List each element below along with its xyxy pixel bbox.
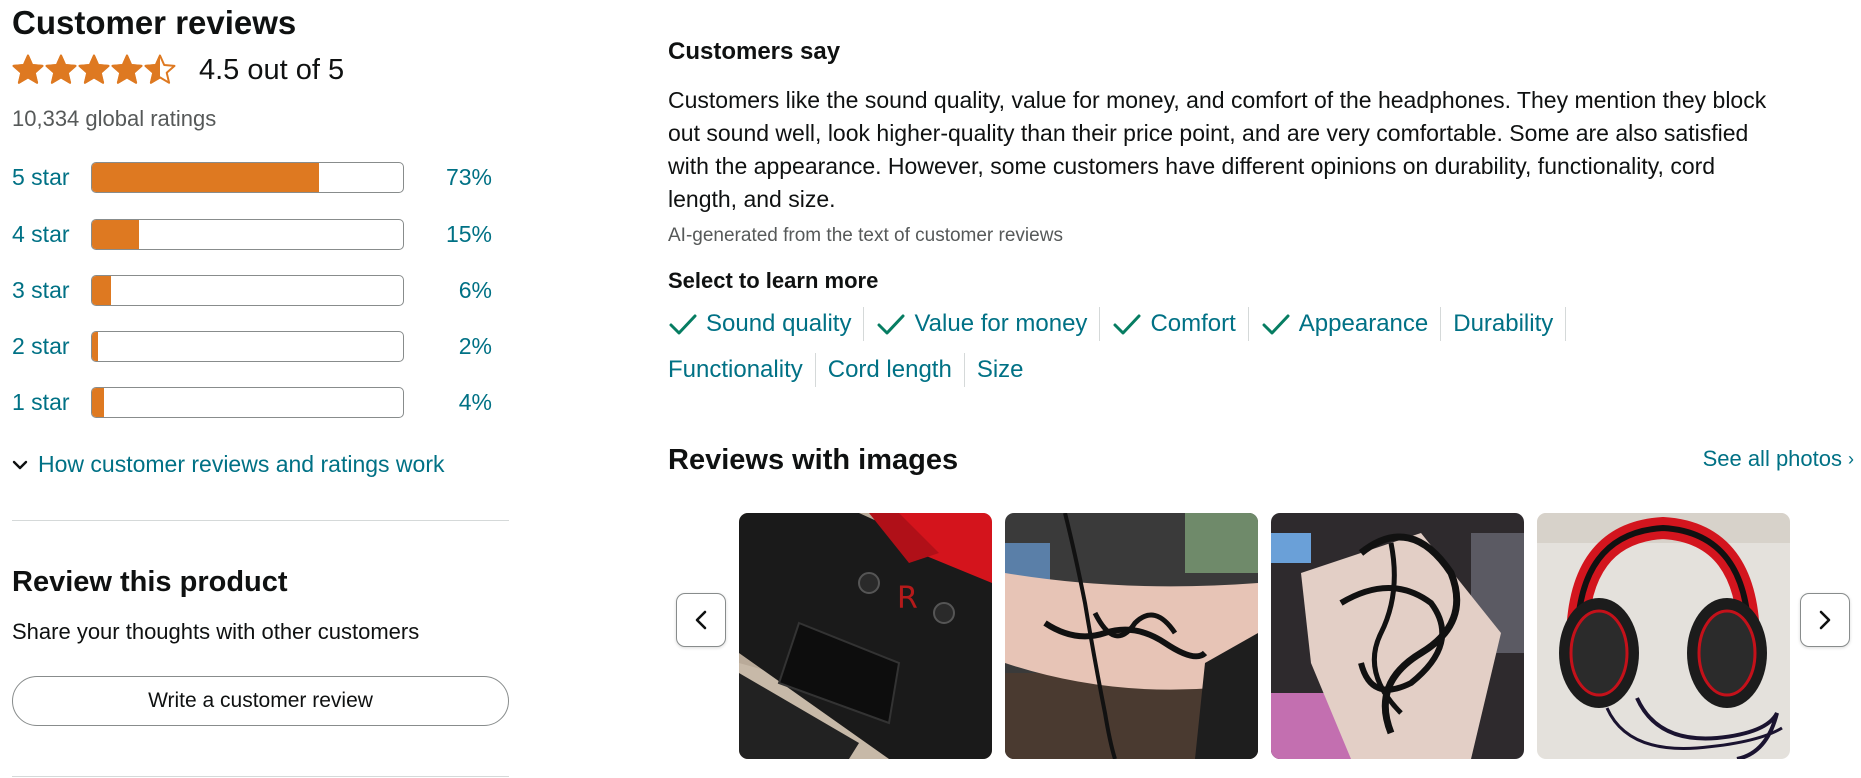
aspect-sound-quality[interactable]: Sound quality: [668, 307, 865, 341]
divider: [12, 520, 509, 521]
histogram-label[interactable]: 2 star: [12, 333, 70, 360]
histogram-label[interactable]: 5 star: [12, 164, 70, 191]
customers-say-summary: Customers like the sound quality, value …: [668, 87, 1767, 212]
aspect-label[interactable]: Comfort: [1150, 310, 1235, 338]
review-image-3[interactable]: [1271, 513, 1524, 759]
aspect-label[interactable]: Cord length: [828, 356, 952, 384]
write-review-button[interactable]: Write a customer review: [12, 676, 509, 726]
histogram-bar[interactable]: [91, 162, 404, 193]
histogram-percent[interactable]: 6%: [422, 277, 492, 304]
histogram-label[interactable]: 4 star: [12, 221, 70, 248]
histogram-bar-fill: [92, 163, 320, 192]
aspect-label[interactable]: Appearance: [1299, 310, 1428, 338]
histogram-percent[interactable]: 4%: [422, 389, 492, 416]
check-icon: [669, 314, 697, 335]
check-icon: [1262, 314, 1290, 335]
chevron-right-icon: ›: [1848, 448, 1854, 469]
how-reviews-work-label[interactable]: How customer reviews and ratings work: [38, 451, 444, 478]
aspect-line-1: Sound quality Value for money Comfort Ap…: [668, 306, 1567, 342]
review-image-2[interactable]: [1005, 513, 1258, 759]
histogram-label[interactable]: 3 star: [12, 277, 70, 304]
rating-stars: [12, 54, 177, 86]
histogram-percent[interactable]: 2%: [422, 333, 492, 360]
histogram-row-5-star[interactable]: 5 star 73%: [12, 162, 492, 194]
svg-text:R: R: [897, 581, 918, 616]
ai-generated-note: AI-generated from the text of customer r…: [668, 225, 1063, 246]
histogram-bar-fill: [92, 332, 99, 361]
carousel-next-button[interactable]: [1800, 593, 1850, 647]
tangled-cord-hand-photo: [1271, 513, 1524, 759]
histogram-row-2-star[interactable]: 2 star 2%: [12, 331, 492, 363]
review-product-title: Review this product: [12, 566, 288, 598]
divider: [12, 776, 509, 777]
star-full-icon: [78, 54, 110, 84]
reviews-with-images-title: Reviews with images: [668, 444, 959, 476]
see-all-photos-label[interactable]: See all photos: [1703, 446, 1842, 472]
aspect-line-2: Functionality Cord length Size: [668, 352, 1036, 388]
average-rating-row[interactable]: 4.5 out of 5: [12, 50, 344, 90]
histogram-bar-fill: [92, 276, 111, 305]
aspect-label[interactable]: Durability: [1453, 310, 1553, 338]
customer-reviews-title: Customer reviews: [12, 4, 297, 41]
headphones-photo: [1537, 513, 1790, 759]
how-reviews-work-link[interactable]: How customer reviews and ratings work: [12, 451, 444, 478]
see-all-photos-link[interactable]: See all photos ›: [1703, 446, 1854, 472]
histogram-row-4-star[interactable]: 4 star 15%: [12, 219, 492, 251]
review-image-4[interactable]: [1537, 513, 1790, 759]
aspect-functionality[interactable]: Functionality: [668, 353, 816, 387]
histogram-bar[interactable]: [91, 387, 404, 418]
histogram-label[interactable]: 1 star: [12, 389, 70, 416]
histogram-bar-fill: [92, 388, 105, 417]
tangled-cord-arm-photo: [1005, 513, 1258, 759]
carousel-prev-button[interactable]: [676, 593, 726, 647]
aspect-cord-length[interactable]: Cord length: [816, 353, 965, 387]
histogram-bar[interactable]: [91, 219, 404, 250]
histogram-row-3-star[interactable]: 3 star 6%: [12, 275, 492, 307]
aspect-label[interactable]: Sound quality: [706, 310, 851, 338]
chevron-left-icon: [695, 610, 707, 630]
histogram-bar-fill: [92, 220, 139, 249]
star-half-icon: [144, 54, 176, 84]
global-ratings-count: 10,334 global ratings: [12, 106, 217, 131]
aspect-durability[interactable]: Durability: [1441, 307, 1567, 341]
broken-earcup-photo: R: [739, 513, 992, 759]
average-rating-text: 4.5 out of 5: [199, 53, 345, 86]
star-full-icon: [45, 54, 77, 84]
histogram-row-1-star[interactable]: 1 star 4%: [12, 387, 492, 419]
histogram-percent[interactable]: 73%: [422, 164, 492, 191]
aspect-label[interactable]: Size: [977, 356, 1024, 384]
histogram-bar[interactable]: [91, 331, 404, 362]
aspect-value-for-money[interactable]: Value for money: [864, 307, 1101, 341]
star-full-icon: [111, 54, 143, 84]
chevron-right-icon: [1819, 610, 1831, 630]
aspect-size[interactable]: Size: [965, 353, 1036, 387]
select-to-learn-title: Select to learn more: [668, 268, 879, 293]
histogram-bar[interactable]: [91, 275, 404, 306]
aspect-comfort[interactable]: Comfort: [1100, 307, 1249, 341]
star-full-icon: [12, 54, 44, 84]
chevron-down-icon: [12, 460, 28, 469]
aspect-appearance[interactable]: Appearance: [1249, 307, 1442, 341]
review-image-1[interactable]: R: [739, 513, 992, 759]
customers-say-title: Customers say: [668, 38, 841, 65]
histogram-percent[interactable]: 15%: [422, 221, 492, 248]
check-icon: [1113, 314, 1141, 335]
aspect-label[interactable]: Functionality: [668, 356, 803, 384]
review-product-subtitle: Share your thoughts with other customers: [12, 619, 420, 644]
aspect-label[interactable]: Value for money: [914, 310, 1087, 338]
check-icon: [877, 314, 905, 335]
